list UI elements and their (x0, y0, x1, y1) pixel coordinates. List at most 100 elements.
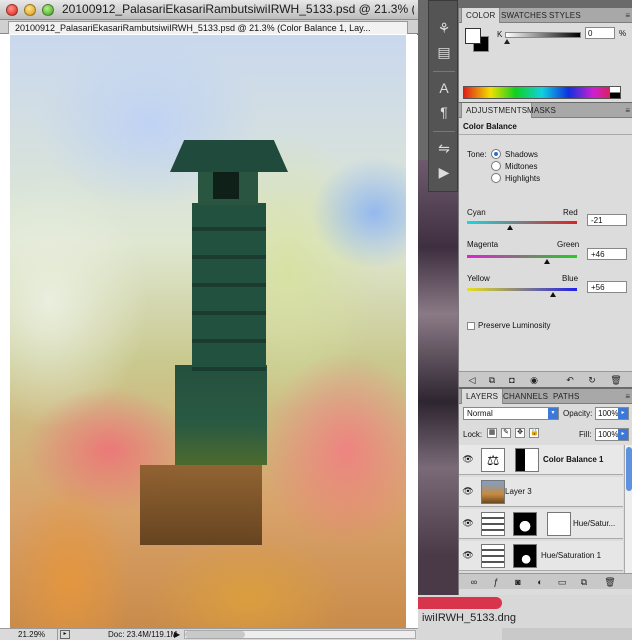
return-to-list-icon[interactable]: ◁ (465, 374, 479, 386)
new-layer-icon[interactable]: ⧉ (577, 576, 591, 588)
eye-icon[interactable]: 👁 (461, 454, 475, 464)
k-slider-track[interactable] (505, 32, 581, 38)
k-value-field[interactable]: 0 (585, 27, 615, 39)
chevron-right-icon: ▸ (618, 429, 628, 440)
preserve-luminosity-label: Preserve Luminosity (478, 321, 551, 330)
paragraph-icon[interactable]: ¶ (434, 103, 454, 121)
new-adjustment-icon[interactable]: ◐ (533, 576, 547, 588)
tab-swatches[interactable]: SWATCHES (497, 8, 551, 23)
play-icon[interactable]: ▶ (434, 163, 454, 181)
background-filename: iwiIRWH_5133.dng (422, 612, 516, 624)
doc-size-readout[interactable]: Doc: 23.4M/119.1M (108, 629, 177, 640)
slider-label-magenta: Magenta (467, 240, 499, 249)
layer-row[interactable]: 👁 ⚖ Color Balance 1 (459, 445, 623, 475)
scrollbar-thumb[interactable] (185, 631, 245, 638)
tab-styles[interactable]: STYLES (545, 8, 585, 23)
title-bar[interactable]: 20100912_PalasariEkasariRambutsiwiIRWH_5… (0, 0, 418, 20)
layer-name[interactable]: Color Balance 1 (543, 455, 603, 464)
cyan-red-value-field[interactable]: -21 (587, 214, 627, 226)
preserve-luminosity-checkbox[interactable] (467, 322, 475, 330)
trash-icon[interactable]: 🗑 (603, 576, 617, 588)
canvas-area[interactable] (0, 35, 418, 628)
character-icon[interactable]: A (434, 79, 454, 97)
document-tab[interactable]: 20100912_PalasariEkasariRambutsiwiIRWH_5… (8, 21, 408, 34)
adjustments-footer: ◁ ⧉ ◘ ◉ ↶ ↻ 🗑 (459, 371, 632, 387)
slider-label-cyan: Cyan (467, 208, 486, 217)
chevron-right-icon: ▸ (618, 408, 628, 419)
tab-paths[interactable]: PATHS (549, 389, 583, 404)
close-window-button[interactable] (6, 4, 18, 16)
eye-icon[interactable]: 👁 (461, 550, 475, 560)
layer-comp-icon[interactable]: ▤ (434, 43, 454, 61)
tone-radio-shadows[interactable] (491, 149, 501, 159)
tab-adjustments[interactable]: ADJUSTMENTS (461, 103, 533, 118)
document-canvas-image[interactable] (10, 35, 406, 628)
layer-mask-thumbnail[interactable] (513, 512, 537, 536)
layer-name[interactable]: Layer 3 (505, 487, 532, 496)
link-layers-icon[interactable]: ∞ (467, 576, 481, 588)
layer-mask-thumbnail[interactable] (515, 448, 539, 472)
expand-view-icon[interactable]: ⧉ (485, 374, 499, 386)
layer-mask-thumbnail[interactable] (513, 544, 537, 568)
scrollbar-thumb[interactable] (626, 447, 632, 491)
reset-icon[interactable]: ↻ (585, 374, 599, 386)
blend-mode-select[interactable]: Normal ▾ (463, 407, 559, 420)
layer-name[interactable]: Hue/Saturation 1 (541, 551, 601, 560)
status-info-icon[interactable]: ▸ (60, 630, 70, 639)
clip-to-layer-icon[interactable]: ◘ (505, 374, 519, 386)
cyan-red-slider-track[interactable] (467, 221, 577, 224)
layer-name[interactable]: Hue/Satur... (573, 519, 615, 528)
foreground-color-swatch[interactable] (465, 28, 481, 44)
magenta-green-slider-thumb[interactable] (544, 259, 551, 264)
tone-radio-highlights[interactable] (491, 173, 501, 183)
k-slider-thumb[interactable] (504, 39, 510, 44)
layers-vertical-scrollbar[interactable] (624, 445, 632, 573)
lock-pixels-icon[interactable]: ✎ (501, 428, 511, 438)
adjustments-panel-tabs: ADJUSTMENTS MASKS ≡ (459, 103, 632, 118)
add-mask-icon[interactable]: ◙ (511, 576, 525, 588)
layer-style-icon[interactable]: ƒ (489, 576, 503, 588)
tab-channels[interactable]: CHANNELS (499, 389, 552, 404)
eye-icon[interactable]: 👁 (461, 518, 475, 528)
eye-icon[interactable]: 👁 (461, 486, 475, 496)
panel-menu-icon[interactable]: ≡ (625, 392, 630, 401)
minimize-window-button[interactable] (24, 4, 36, 16)
layers-panel: LAYERS CHANNELS PATHS ≡ Normal ▾ Opacity:… (458, 389, 632, 595)
yellow-blue-slider-track[interactable] (467, 288, 577, 291)
link-icon[interactable]: ⇋ (434, 139, 454, 157)
lock-position-icon[interactable]: ✥ (515, 428, 525, 438)
tone-label-midtones: Midtones (505, 162, 538, 171)
slider-label-yellow: Yellow (467, 274, 490, 283)
layer-row[interactable]: 👁 Hue/Saturation 1 (459, 541, 623, 571)
horizontal-scrollbar[interactable] (184, 630, 416, 639)
history-brush-icon[interactable]: ⚘ (434, 19, 454, 37)
status-menu-arrow-icon[interactable]: ▶ (174, 629, 180, 640)
toggle-visibility-icon[interactable]: ◉ (527, 374, 541, 386)
layer-row[interactable]: 👁 Layer 3 (459, 477, 623, 507)
layer-mask-thumbnail[interactable] (547, 512, 571, 536)
opacity-field[interactable]: 100% ▸ (595, 407, 629, 420)
adjustments-panel: ADJUSTMENTS MASKS ≡ Color Balance Tone: … (458, 103, 632, 387)
yellow-blue-slider-thumb[interactable] (549, 292, 556, 297)
k-channel-label: K (497, 30, 503, 39)
tone-radio-midtones[interactable] (491, 161, 501, 171)
yellow-blue-value-field[interactable]: +56 (587, 281, 627, 293)
cyan-red-slider-thumb[interactable] (506, 225, 513, 230)
tab-masks[interactable]: MASKS (523, 103, 560, 118)
zoom-level-field[interactable]: 21.29% (2, 629, 58, 640)
fill-field[interactable]: 100% ▸ (595, 428, 629, 441)
zoom-window-button[interactable] (42, 4, 54, 16)
tab-color[interactable]: COLOR (461, 8, 501, 23)
view-previous-icon[interactable]: ↶ (563, 374, 577, 386)
panel-menu-icon[interactable]: ≡ (625, 11, 630, 20)
trash-icon[interactable]: 🗑 (609, 374, 623, 386)
magenta-green-slider-track[interactable] (467, 255, 577, 258)
new-group-icon[interactable]: ▭ (555, 576, 569, 588)
tab-layers[interactable]: LAYERS (461, 389, 504, 404)
magenta-green-value-field[interactable]: +46 (587, 248, 627, 260)
lock-all-icon[interactable]: 🔒 (529, 428, 539, 438)
layer-row[interactable]: 👁 Hue/Satur... (459, 509, 623, 539)
lock-transparency-icon[interactable]: ▦ (487, 428, 497, 438)
color-spectrum-bar[interactable] (463, 86, 621, 99)
panel-menu-icon[interactable]: ≡ (625, 106, 630, 115)
